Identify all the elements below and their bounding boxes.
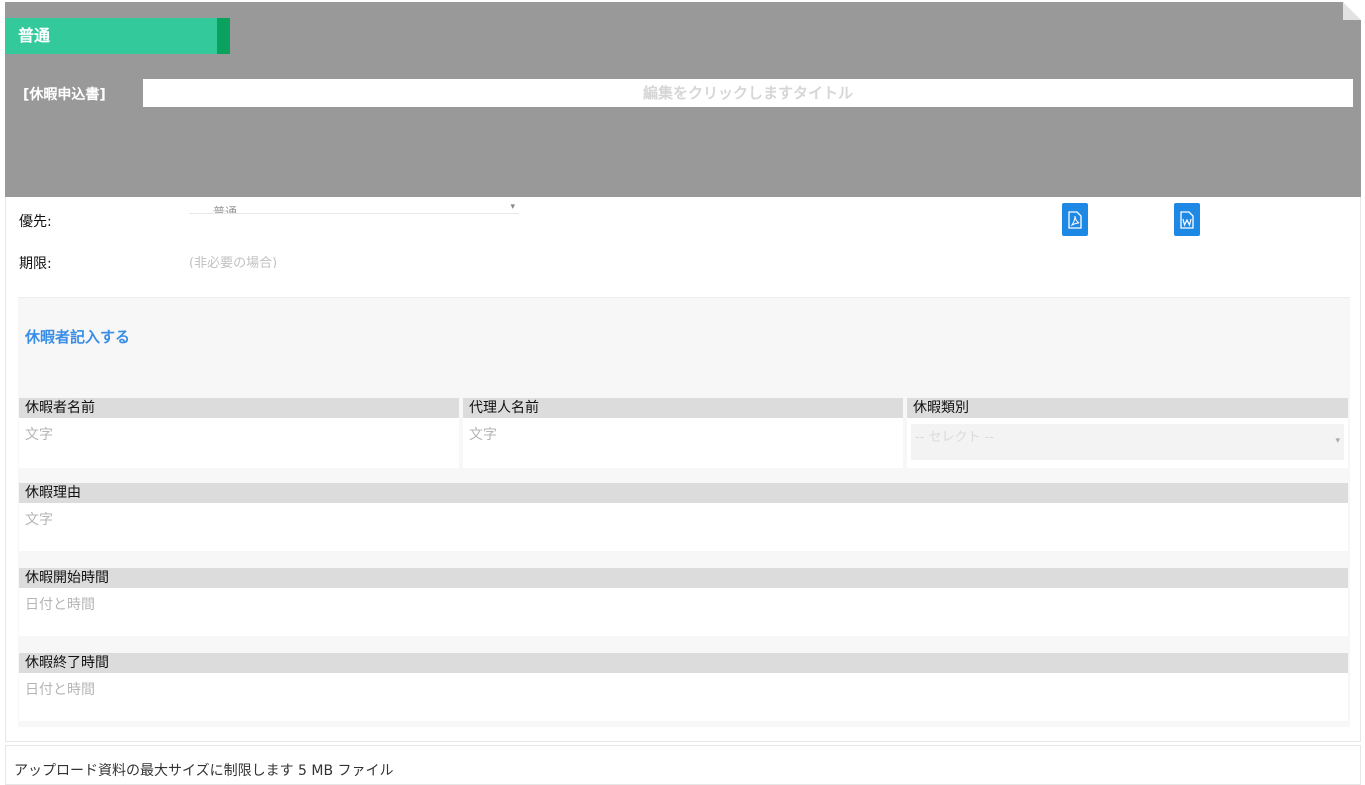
field-label: 休暇開始時間 [19, 568, 1348, 588]
priority-label: 優先: [19, 214, 52, 230]
upload-panel: アップロード資料の最大サイズに制限します 5 MB ファイル [5, 745, 1361, 785]
priority-tag-label: 普通 [18, 26, 51, 45]
field-label: 代理人名前 [463, 398, 903, 418]
document-type-label: [休暇申込書] [23, 87, 106, 103]
chevron-down-icon: ▾ [510, 202, 515, 212]
start-time-input[interactable]: 日付と時間 [19, 588, 1348, 632]
priority-tag-accent [217, 18, 230, 54]
proxy-name-field: 代理人名前 文字 [463, 398, 903, 468]
pdf-file-icon [1068, 210, 1082, 229]
priority-select-value: 普通 [213, 205, 238, 214]
end-time-field: 休暇終了時間 日付と時間 [19, 653, 1348, 721]
applicant-name-input[interactable]: 文字 [19, 418, 459, 462]
download-pdf-button[interactable] [1062, 203, 1088, 236]
field-label: 休暇理由 [19, 483, 1348, 503]
priority-select[interactable]: 普通 ▾ [189, 202, 519, 214]
deadline-label: 期限: [19, 256, 52, 272]
form-body: 優先: 普通 ▾ 期限: (非必要の場合) 休暇者記入する 休暇者名前 文字 代… [5, 197, 1361, 742]
applicant-name-field: 休暇者名前 文字 [19, 398, 459, 468]
priority-tag: 普通 [5, 18, 230, 54]
document-header: 普通 [休暇申込書] [5, 2, 1361, 197]
upload-limit-note: アップロード資料の最大サイズに制限します 5 MB ファイル [14, 763, 394, 779]
end-time-input[interactable]: 日付と時間 [19, 673, 1348, 717]
leave-type-select-value: -- セレクト -- [915, 430, 995, 445]
download-word-button[interactable] [1174, 203, 1200, 236]
chevron-down-icon: ▾ [1335, 436, 1340, 446]
applicant-section: 休暇者記入する 休暇者名前 文字 代理人名前 文字 休暇類別 -- セレクト -… [18, 297, 1350, 727]
field-label: 休暇者名前 [19, 398, 459, 418]
field-label: 休暇終了時間 [19, 653, 1348, 673]
word-file-icon [1180, 210, 1194, 229]
proxy-name-input[interactable]: 文字 [463, 418, 903, 462]
deadline-input[interactable]: (非必要の場合) [189, 255, 489, 268]
field-label: 休暇類別 [907, 398, 1348, 418]
reason-field: 休暇理由 文字 [19, 483, 1348, 551]
page-fold-corner [1343, 2, 1361, 20]
section-title: 休暇者記入する [25, 328, 131, 346]
leave-type-field: 休暇類別 -- セレクト -- ▾ [907, 398, 1348, 468]
reason-input[interactable]: 文字 [19, 503, 1348, 547]
title-input[interactable] [143, 79, 1353, 107]
leave-type-select[interactable]: -- セレクト -- ▾ [911, 424, 1344, 460]
start-time-field: 休暇開始時間 日付と時間 [19, 568, 1348, 636]
